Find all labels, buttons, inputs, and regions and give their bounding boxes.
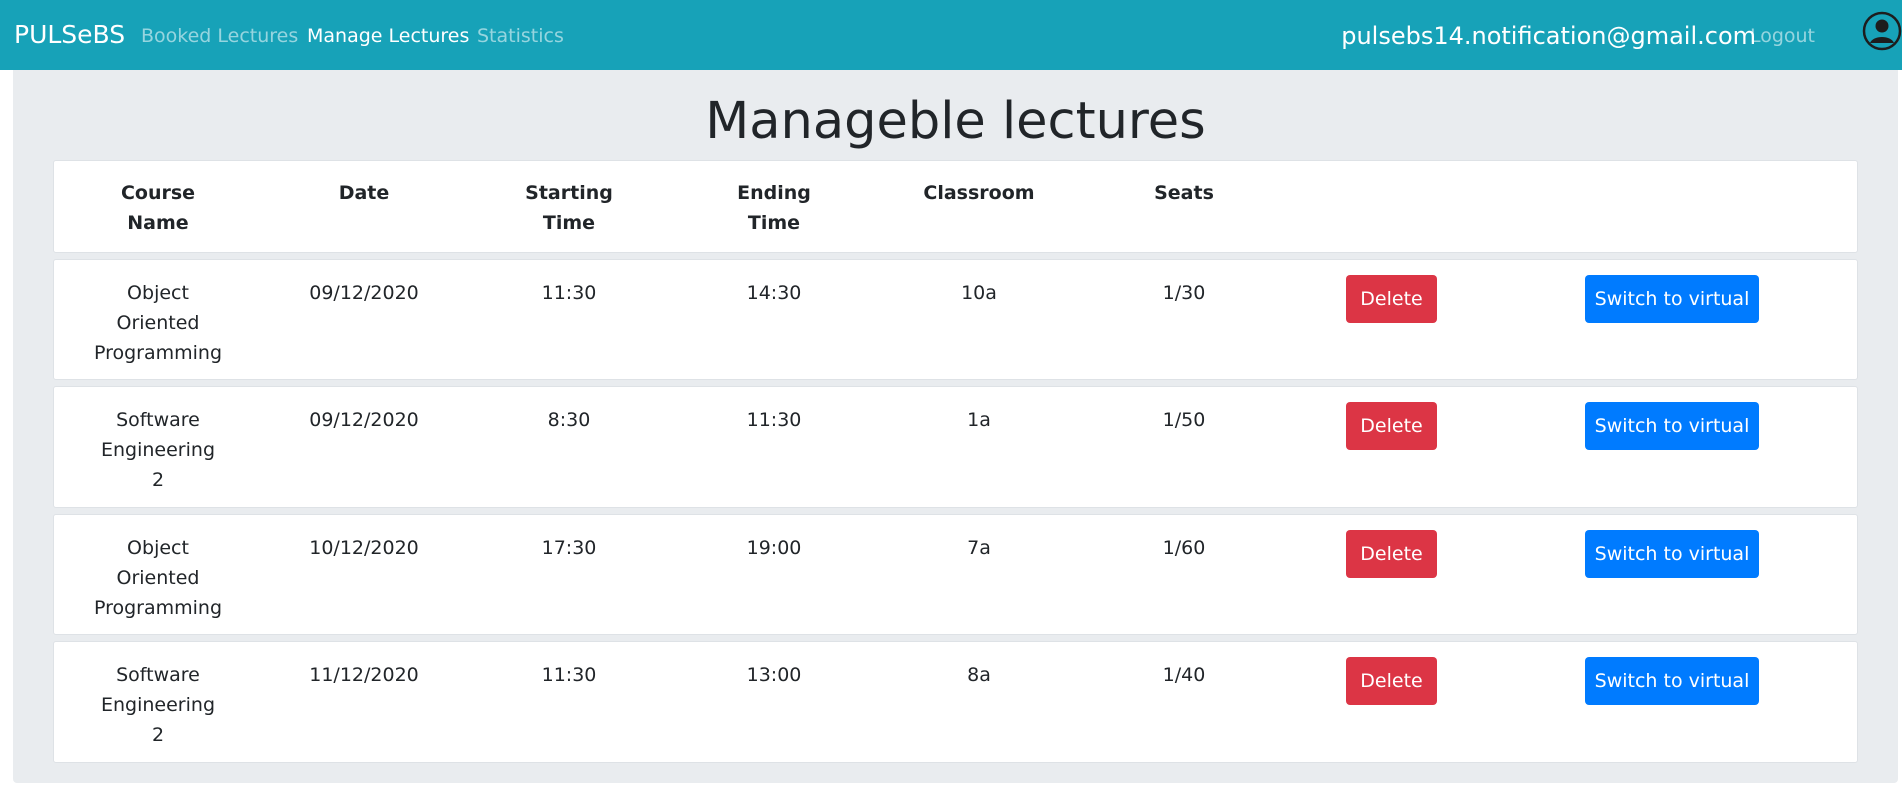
switch-to-virtual-button[interactable]: Switch to virtual — [1585, 275, 1759, 323]
table-row: Software Engineering 2 11/12/2020 11:30 … — [53, 641, 1858, 763]
starting-time: 11:30 — [541, 664, 597, 686]
nav-statistics[interactable]: Statistics — [477, 23, 564, 49]
table-row: Object Oriented Programming 10/12/2020 1… — [53, 514, 1858, 635]
ending-time: 11:30 — [746, 409, 802, 431]
ending-time: 14:30 — [746, 282, 802, 304]
course-name: Object Oriented Programming — [93, 282, 223, 364]
starting-time: 8:30 — [547, 409, 591, 431]
lecture-date: 11/12/2020 — [309, 664, 419, 686]
brand-logo[interactable]: PULSeBS — [14, 18, 125, 52]
switch-to-virtual-button[interactable]: Switch to virtual — [1585, 657, 1759, 705]
logout-link[interactable]: Logout — [1750, 23, 1815, 49]
ending-time: 13:00 — [746, 664, 802, 686]
header-seats: Seats — [1154, 182, 1214, 204]
main-container: Manageble lectures Course Name Date Star… — [13, 70, 1898, 783]
starting-time: 11:30 — [541, 282, 597, 304]
switch-to-virtual-button[interactable]: Switch to virtual — [1585, 530, 1759, 578]
nav-manage-lectures[interactable]: Manage Lectures — [307, 23, 469, 49]
starting-time: 17:30 — [541, 537, 597, 559]
delete-button[interactable]: Delete — [1346, 275, 1437, 323]
course-name: Object Oriented Programming — [93, 537, 223, 619]
header-date: Date — [338, 182, 390, 204]
user-email: pulsebs14.notification@gmail.com — [1341, 22, 1756, 50]
lecture-date: 09/12/2020 — [309, 282, 419, 304]
classroom: 7a — [967, 537, 991, 559]
seats: 1/40 — [1162, 664, 1206, 686]
navbar: PULSeBS Booked Lectures Manage Lectures … — [0, 0, 1902, 70]
nav-booked-lectures[interactable]: Booked Lectures — [141, 23, 298, 49]
header-starting-time: Starting Time — [525, 182, 613, 234]
delete-button[interactable]: Delete — [1346, 657, 1437, 705]
ending-time: 19:00 — [746, 537, 802, 559]
delete-button[interactable]: Delete — [1346, 402, 1437, 450]
classroom: 10a — [961, 282, 997, 304]
lecture-date: 09/12/2020 — [309, 409, 419, 431]
switch-to-virtual-button[interactable]: Switch to virtual — [1585, 402, 1759, 450]
header-classroom: Classroom — [923, 182, 1035, 204]
classroom: 1a — [967, 409, 991, 431]
seats: 1/30 — [1162, 282, 1206, 304]
seats: 1/60 — [1162, 537, 1206, 559]
classroom: 8a — [967, 664, 991, 686]
header-course-name: Course Name — [120, 182, 196, 234]
page-title: Manageble lectures — [705, 92, 1206, 151]
lecture-date: 10/12/2020 — [309, 537, 419, 559]
course-name: Software Engineering 2 — [101, 409, 215, 491]
table-row: Software Engineering 2 09/12/2020 8:30 1… — [53, 386, 1858, 508]
user-circle-icon[interactable] — [1862, 11, 1902, 51]
course-name: Software Engineering 2 — [101, 664, 215, 746]
seats: 1/50 — [1162, 409, 1206, 431]
table-row: Object Oriented Programming 09/12/2020 1… — [53, 259, 1858, 380]
table-header: Course Name Date Starting Time Ending Ti… — [53, 160, 1858, 253]
delete-button[interactable]: Delete — [1346, 530, 1437, 578]
header-ending-time: Ending Time — [737, 182, 811, 234]
